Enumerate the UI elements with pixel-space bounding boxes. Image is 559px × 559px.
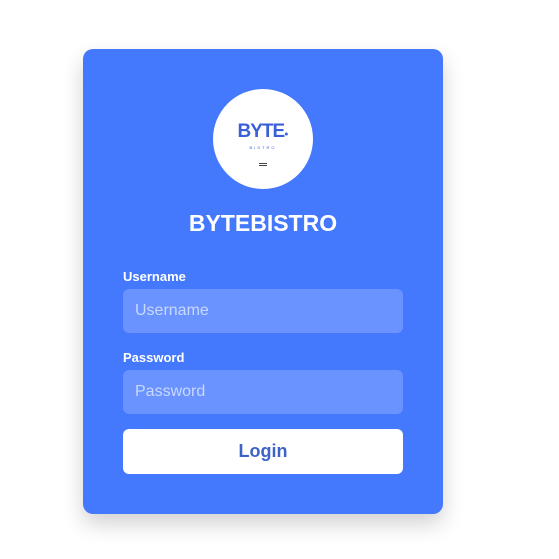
logo-subtext: BISTRO: [249, 145, 277, 150]
menu-lines-icon: [259, 163, 267, 167]
logo-wordmark: BYTE●: [237, 121, 289, 142]
password-label: Password: [123, 350, 185, 365]
login-button[interactable]: Login: [123, 429, 403, 474]
username-label: Username: [123, 269, 186, 284]
login-card: BYTE● BISTRO BYTEBISTRO Username Passwor…: [83, 49, 443, 514]
brand-title: BYTEBISTRO: [188, 210, 338, 236]
brand-logo: BYTE● BISTRO: [213, 89, 313, 189]
username-input[interactable]: [123, 289, 403, 333]
password-input[interactable]: [123, 370, 403, 414]
